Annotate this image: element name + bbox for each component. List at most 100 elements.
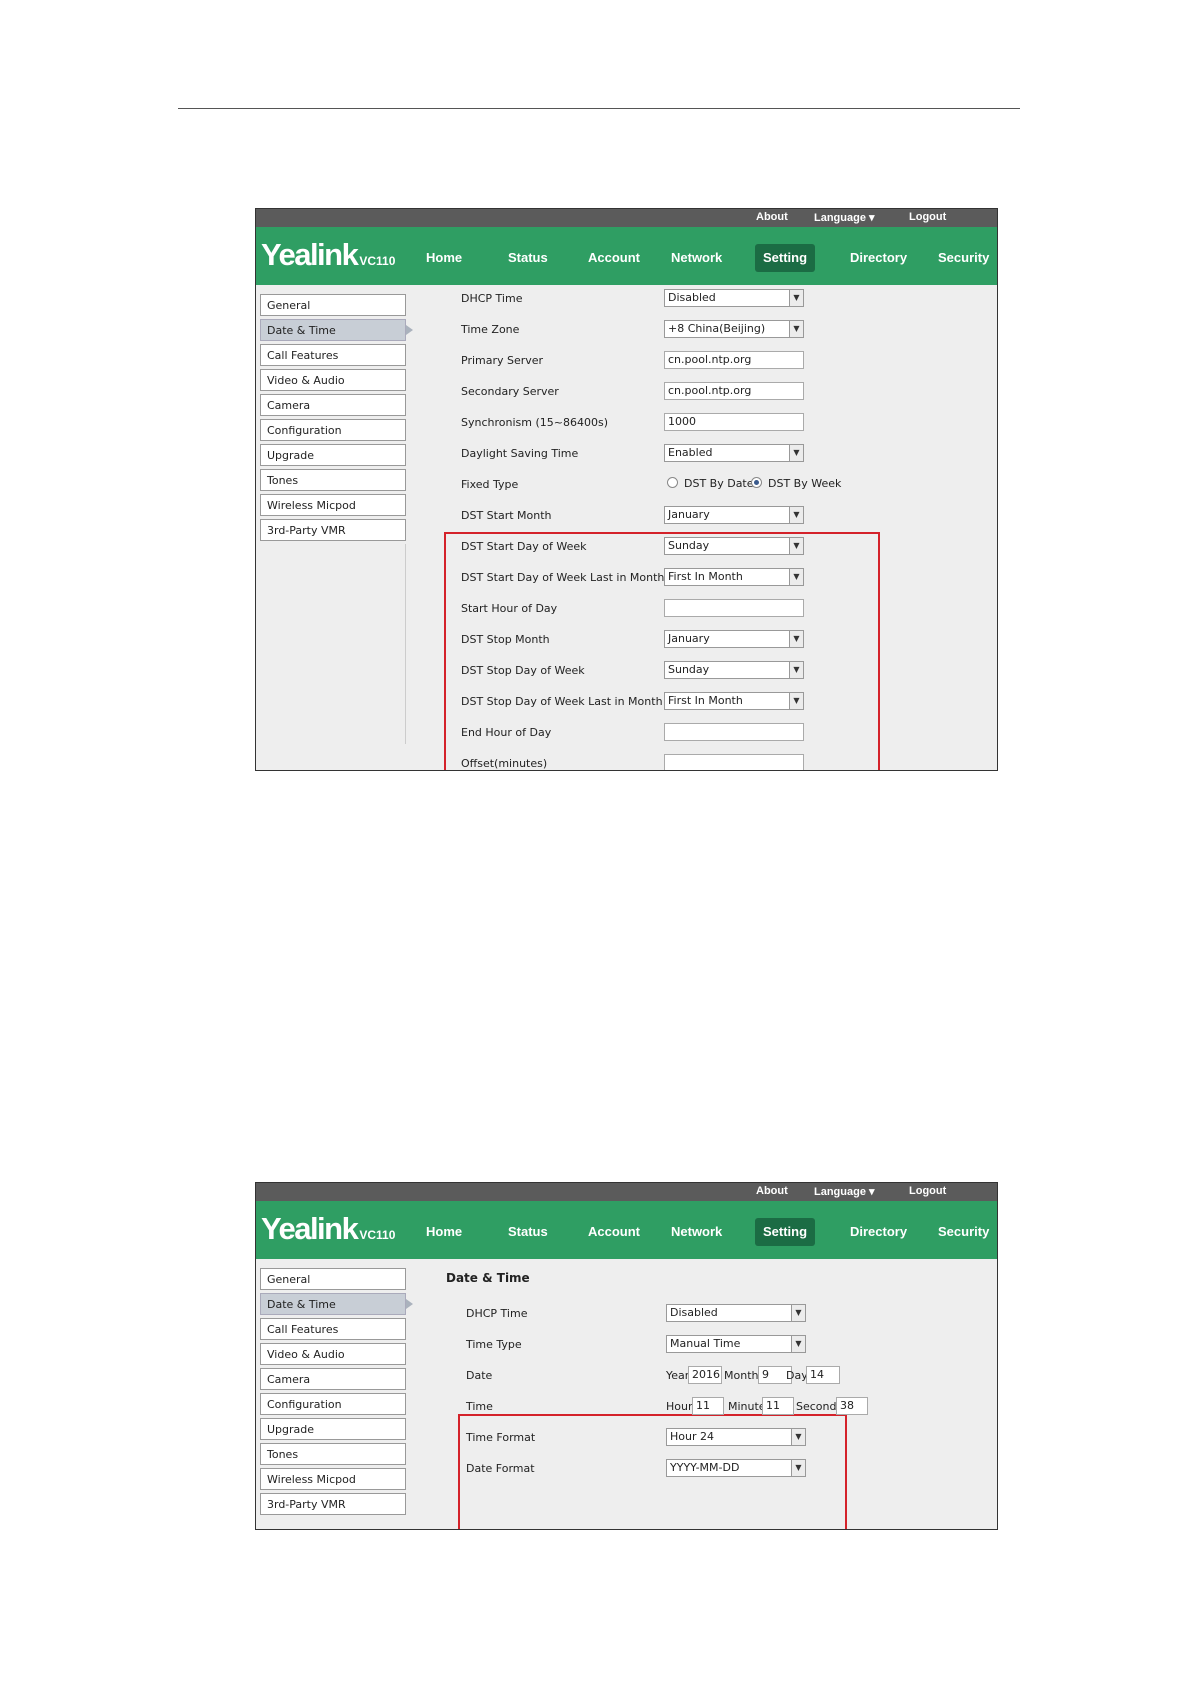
- about-link[interactable]: About: [756, 1185, 788, 1197]
- dhcp-time-value: Disabled: [668, 291, 716, 304]
- nav-network[interactable]: Network: [671, 1218, 722, 1246]
- time-format-label: Time Format: [466, 1431, 536, 1444]
- dst-stop-dow-select[interactable]: Sunday ▼: [664, 661, 804, 679]
- synchronism-input[interactable]: 1000: [664, 413, 804, 431]
- sidebar-item-general[interactable]: General: [260, 1268, 406, 1290]
- offset-row: Offset(minutes): [461, 754, 981, 770]
- day-input[interactable]: 14: [806, 1366, 840, 1384]
- sidebar-item-video-audio[interactable]: Video & Audio: [260, 1343, 406, 1365]
- language-menu[interactable]: Language ▾: [814, 1185, 875, 1198]
- dropdown-arrow-icon[interactable]: ▼: [789, 662, 803, 678]
- dst-start-month-select[interactable]: January ▼: [664, 506, 804, 524]
- time-type-select[interactable]: Manual Time ▼: [666, 1335, 806, 1353]
- dhcp-time-row: DHCP Time Disabled ▼: [466, 1304, 986, 1324]
- dropdown-arrow-icon[interactable]: ▼: [789, 631, 803, 647]
- sidebar-item-wireless-micpod[interactable]: Wireless Micpod: [260, 1468, 406, 1490]
- nav-status[interactable]: Status: [508, 244, 548, 272]
- dst-stop-month-select[interactable]: January ▼: [664, 630, 804, 648]
- dropdown-arrow-icon[interactable]: ▼: [789, 290, 803, 306]
- dropdown-arrow-icon[interactable]: ▼: [789, 321, 803, 337]
- dst-stop-dow-last-select[interactable]: First In Month ▼: [664, 692, 804, 710]
- date-format-select[interactable]: YYYY-MM-DD ▼: [666, 1459, 806, 1477]
- daylight-saving-row: Daylight Saving Time Enabled ▼: [461, 444, 981, 464]
- secondary-server-input[interactable]: cn.pool.ntp.org: [664, 382, 804, 400]
- dst-start-month-row: DST Start Month January ▼: [461, 506, 981, 526]
- nav-account[interactable]: Account: [588, 244, 640, 272]
- sidebar-item-date-time[interactable]: Date & Time: [260, 319, 413, 341]
- nav-home[interactable]: Home: [426, 244, 462, 272]
- dropdown-arrow-icon[interactable]: ▼: [791, 1429, 805, 1445]
- nav-home[interactable]: Home: [426, 1218, 462, 1246]
- sidebar-item-upgrade[interactable]: Upgrade: [260, 444, 406, 466]
- dhcp-time-select[interactable]: Disabled ▼: [664, 289, 804, 307]
- dropdown-arrow-icon[interactable]: ▼: [791, 1305, 805, 1321]
- nav-security[interactable]: Security: [938, 244, 989, 272]
- dst-by-date-radio[interactable]: [667, 477, 678, 488]
- sidebar-item-date-time[interactable]: Date & Time: [260, 1293, 413, 1315]
- dropdown-arrow-icon[interactable]: ▼: [791, 1336, 805, 1352]
- about-link[interactable]: About: [756, 211, 788, 223]
- nav-status[interactable]: Status: [508, 1218, 548, 1246]
- dst-start-dow-row: DST Start Day of Week Sunday ▼: [461, 537, 981, 557]
- dst-stop-dow-last-label: DST Stop Day of Week Last in Month: [461, 695, 663, 708]
- dropdown-arrow-icon[interactable]: ▼: [789, 507, 803, 523]
- synchronism-row: Synchronism (15~86400s) 1000: [461, 413, 981, 433]
- nav-directory[interactable]: Directory: [850, 244, 907, 272]
- nav-setting[interactable]: Setting: [755, 1218, 816, 1246]
- nav-network[interactable]: Network: [671, 244, 722, 272]
- logout-link[interactable]: Logout: [909, 1185, 946, 1197]
- primary-server-label: Primary Server: [461, 354, 544, 367]
- time-format-select[interactable]: Hour 24 ▼: [666, 1428, 806, 1446]
- dhcp-time-select[interactable]: Disabled ▼: [666, 1304, 806, 1322]
- sidebar-item-3rd-party-vmr[interactable]: 3rd-Party VMR: [260, 1493, 406, 1515]
- dropdown-arrow-icon[interactable]: ▼: [789, 538, 803, 554]
- sidebar-item-tones[interactable]: Tones: [260, 1443, 406, 1465]
- primary-server-input[interactable]: cn.pool.ntp.org: [664, 351, 804, 369]
- time-format-value: Hour 24: [670, 1430, 714, 1443]
- settings-sidebar: General Date & Time Call Features Video …: [260, 1268, 413, 1529]
- top-utility-bar: About Language ▾ Logout: [256, 209, 997, 227]
- section-title: Date & Time: [446, 1271, 530, 1285]
- second-input[interactable]: 38: [836, 1397, 868, 1415]
- daylight-saving-select[interactable]: Enabled ▼: [664, 444, 804, 462]
- nav-security[interactable]: Security: [938, 1218, 989, 1246]
- dropdown-arrow-icon[interactable]: ▼: [791, 1460, 805, 1476]
- dhcp-time-row: DHCP Time Disabled ▼: [461, 289, 981, 309]
- minute-input[interactable]: 11: [762, 1397, 794, 1415]
- dst-start-dow-select[interactable]: Sunday ▼: [664, 537, 804, 555]
- sidebar-item-video-audio[interactable]: Video & Audio: [260, 369, 406, 391]
- sidebar-item-configuration[interactable]: Configuration: [260, 1393, 406, 1415]
- nav-directory[interactable]: Directory: [850, 1218, 907, 1246]
- dropdown-arrow-icon[interactable]: ▼: [789, 693, 803, 709]
- start-hour-input[interactable]: [664, 599, 804, 617]
- sidebar-item-wireless-micpod[interactable]: Wireless Micpod: [260, 494, 406, 516]
- sidebar-item-upgrade[interactable]: Upgrade: [260, 1418, 406, 1440]
- language-menu[interactable]: Language ▾: [814, 211, 875, 224]
- dhcp-time-value: Disabled: [670, 1306, 718, 1319]
- nav-setting[interactable]: Setting: [755, 244, 816, 272]
- sidebar-item-general[interactable]: General: [260, 294, 406, 316]
- offset-input[interactable]: [664, 754, 804, 770]
- sidebar-item-call-features[interactable]: Call Features: [260, 1318, 406, 1340]
- dst-by-week-radio[interactable]: [751, 477, 762, 488]
- main-nav-bar: Yealink VC110 Home Status Account Network…: [256, 1201, 997, 1259]
- nav-account[interactable]: Account: [588, 1218, 640, 1246]
- year-input[interactable]: 2016: [688, 1366, 722, 1384]
- minute-label: Minute: [728, 1400, 766, 1413]
- sidebar-item-camera[interactable]: Camera: [260, 394, 406, 416]
- sidebar-item-call-features[interactable]: Call Features: [260, 344, 406, 366]
- sidebar-item-3rd-party-vmr[interactable]: 3rd-Party VMR: [260, 519, 406, 541]
- sidebar-item-tones[interactable]: Tones: [260, 469, 406, 491]
- month-label: Month: [724, 1369, 759, 1382]
- time-zone-select[interactable]: +8 China(Beijing) ▼: [664, 320, 804, 338]
- dst-start-dow-last-select[interactable]: First In Month ▼: [664, 568, 804, 586]
- hour-input[interactable]: 11: [692, 1397, 724, 1415]
- end-hour-input[interactable]: [664, 723, 804, 741]
- dropdown-arrow-icon[interactable]: ▼: [789, 569, 803, 585]
- sidebar-item-camera[interactable]: Camera: [260, 1368, 406, 1390]
- dst-by-week-label: DST By Week: [768, 477, 842, 490]
- date-format-row: Date Format YYYY-MM-DD ▼: [466, 1459, 986, 1479]
- sidebar-item-configuration[interactable]: Configuration: [260, 419, 406, 441]
- logout-link[interactable]: Logout: [909, 211, 946, 223]
- dropdown-arrow-icon[interactable]: ▼: [789, 445, 803, 461]
